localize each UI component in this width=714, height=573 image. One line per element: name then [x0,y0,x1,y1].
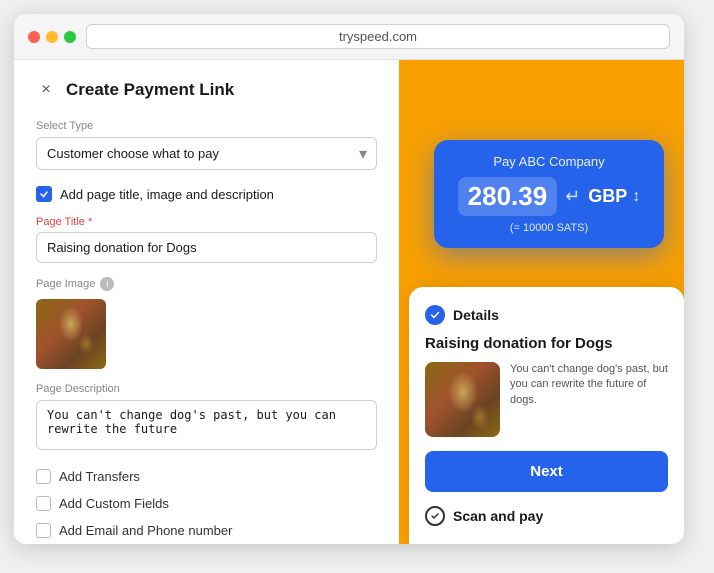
preview-image-desc-row: You can't change dog's past, but you can… [425,362,668,437]
page-title-label: Page Title * [36,216,377,228]
preview-panel: Pay ABC Company 280.39 ↵ GBP ↕ (= 10000 … [399,60,684,544]
add-transfers-checkbox[interactable] [36,469,51,484]
minimize-button[interactable] [46,31,58,43]
page-image-preview[interactable] [36,299,106,369]
pay-amount-row: 280.39 ↵ GBP ↕ [450,177,648,216]
add-email-phone-label: Add Email and Phone number [59,523,232,538]
add-page-details-label: Add page title, image and description [60,187,274,202]
add-transfers-label: Add Transfers [59,469,140,484]
enter-icon: ↵ [565,186,580,207]
add-custom-fields-checkbox[interactable] [36,496,51,511]
checkmark-icon [39,189,49,199]
check-svg [429,309,441,321]
close-button[interactable] [28,31,40,43]
page-description-label: Page Description [36,383,377,395]
form-header: × Create Payment Link [36,80,377,100]
details-check-icon [425,305,445,325]
page-image-label: Page Image [36,278,95,290]
add-custom-fields-label: Add Custom Fields [59,496,169,511]
add-page-details-checkbox[interactable] [36,186,52,202]
preview-details-header: Details [425,305,668,325]
preview-dog-image [425,362,500,437]
add-email-phone-checkbox[interactable] [36,523,51,538]
page-title-input[interactable] [36,232,377,263]
page-description-input[interactable]: You can't change dog's past, but you can… [36,400,377,450]
add-transfers-row: Add Transfers [36,469,377,484]
select-type-input[interactable]: Customer choose what to pay [36,137,377,170]
page-image-label-row: Page Image i [36,277,377,291]
close-icon[interactable]: × [36,80,56,100]
scan-pay-icon [425,506,445,526]
scan-check-svg [430,511,440,521]
payment-info-card: Pay ABC Company 280.39 ↵ GBP ↕ (= 10000 … [434,140,664,248]
browser-toolbar: tryspeed.com [14,14,684,60]
browser-window: tryspeed.com × Create Payment Link Selec… [14,14,684,544]
add-custom-fields-row: Add Custom Fields [36,496,377,511]
next-button[interactable]: Next [425,451,668,492]
preview-card: Details Raising donation for Dogs You ca… [409,287,684,544]
pay-currency-row: GBP ↕ [588,186,640,207]
scan-pay-row[interactable]: Scan and pay [425,506,668,526]
address-bar[interactable]: tryspeed.com [86,24,670,49]
add-page-details-row: Add page title, image and description [36,186,377,202]
form-title: Create Payment Link [66,80,234,100]
maximize-button[interactable] [64,31,76,43]
pay-currency: GBP [588,186,627,207]
browser-content: × Create Payment Link Select Type Custom… [14,60,684,544]
page-title-group: Page Title * [36,216,377,263]
select-type-wrapper: Customer choose what to pay ▾ [36,137,377,170]
select-type-label: Select Type [36,120,377,132]
pay-company-label: Pay ABC Company [450,154,648,169]
info-icon[interactable]: i [100,277,114,291]
preview-description: You can't change dog's past, but you can… [510,362,668,437]
scan-pay-label: Scan and pay [453,508,543,524]
add-email-phone-row: Add Email and Phone number [36,523,377,538]
preview-donation-title: Raising donation for Dogs [425,335,668,352]
pay-amount: 280.39 [458,177,558,216]
preview-section-title: Details [453,307,499,323]
form-panel: × Create Payment Link Select Type Custom… [14,60,399,544]
arrows-icon: ↕ [632,188,640,206]
pay-sats: (= 10000 SATS) [450,222,648,234]
traffic-lights [28,31,76,43]
